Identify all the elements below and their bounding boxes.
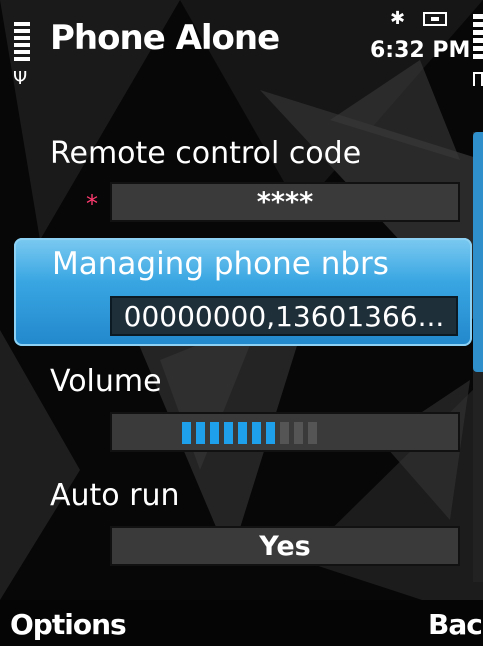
volume-segment [280,422,289,444]
bluetooth-icon: ✱ [390,8,406,29]
memory-card-icon [423,12,447,26]
volume-slider[interactable] [110,412,460,452]
required-marker: * [86,190,98,218]
antenna-icon: Ψ [13,68,28,89]
volume-segment [294,422,303,444]
volume-segment [266,422,275,444]
volume-segment [238,422,247,444]
battery-icon [473,14,483,62]
remote-code-label: Remote control code [50,136,362,171]
keylock-icon [473,72,483,86]
volume-segment [182,422,191,444]
scrollbar-thumb[interactable] [473,132,483,372]
managing-phone-item[interactable]: Managing phone nbrs 00000000,13601366... [14,238,472,346]
phone-screen: Ψ Phone Alone ✱ 6:32 PM Remote control c… [0,0,483,646]
auto-run-field[interactable]: Yes [110,526,460,566]
managing-phone-label: Managing phone nbrs [52,246,389,282]
volume-segment [224,422,233,444]
softkey-bar: Options Back [0,600,483,646]
back-softkey[interactable]: Back [428,608,483,641]
volume-segment [196,422,205,444]
auto-run-label: Auto run [50,478,180,513]
volume-segment [308,422,317,444]
volume-segment [210,422,219,444]
managing-phone-field[interactable]: 00000000,13601366... [110,296,458,336]
remote-code-field[interactable]: **** [110,182,460,222]
volume-label: Volume [50,364,162,399]
signal-strength-icon [14,22,30,64]
volume-segment [252,422,261,444]
app-title: Phone Alone [50,18,280,58]
options-softkey[interactable]: Options [10,608,127,641]
clock: 6:32 PM [370,38,471,63]
